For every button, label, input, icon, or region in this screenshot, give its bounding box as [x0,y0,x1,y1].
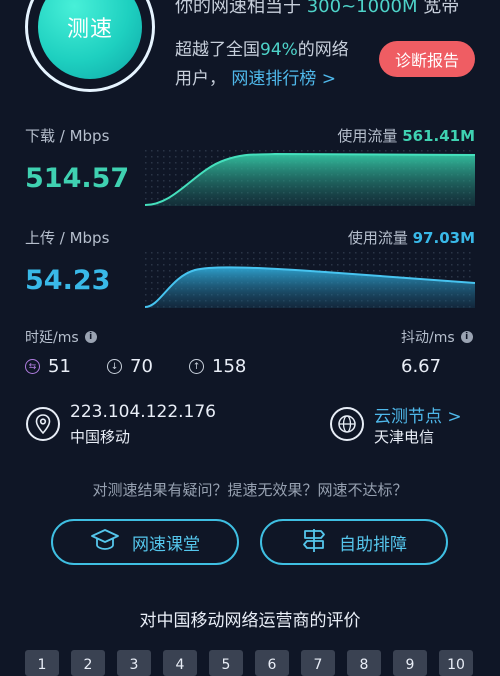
rating-option-6[interactable]: 6 [255,650,289,676]
latency-upload: ↑ 158 [189,356,246,377]
download-traffic: 使用流量 561.41M [337,127,475,145]
download-speed-value: 514.57 [25,163,130,194]
info-icon[interactable]: i [84,331,97,343]
rating-option-5[interactable]: 5 [209,650,243,676]
beat-percent-text: 超越了全国94%的网络 [175,40,349,60]
rating-option-3[interactable]: 3 [117,650,151,676]
rating-scale: 1 2 3 4 5 6 7 8 9 10 [25,650,473,676]
location-pin-icon [26,407,60,441]
speed-test-button[interactable]: 测速 [38,0,142,79]
rating-option-10[interactable]: 10 [439,650,473,676]
cloud-node-link[interactable]: 云测节点 > [374,402,462,427]
download-speed-graph [145,150,475,206]
rating-option-1[interactable]: 1 [25,650,59,676]
jitter-value: 6.67 [401,356,442,377]
arrow-down-circle-icon: ↓ [107,359,122,374]
globe-icon [330,407,364,441]
question-text: 对测速结果有疑问？提速无效果？网速不达标？ [92,481,408,499]
rating-option-7[interactable]: 7 [301,650,335,676]
info-icon[interactable]: i [460,331,473,343]
users-text: 用户， 网速排行榜 > [175,69,337,89]
ranking-link[interactable]: 网速排行榜 > [231,69,336,89]
rating-option-2[interactable]: 2 [71,650,105,676]
swap-arrows-icon: ⇆ [25,359,40,374]
rating-title: 对中国移动网络运营商的评价 [139,611,361,631]
speed-classroom-button[interactable]: 网速课堂 [51,519,239,565]
latency-download: ↓ 70 [107,356,153,377]
rating-option-9[interactable]: 9 [393,650,427,676]
upload-label: 上传 / Mbps [25,229,110,247]
rating-option-4[interactable]: 4 [163,650,197,676]
ip-address: 223.104.122.176 [70,402,217,422]
jitter-label: 抖动/ms i [401,327,473,347]
isp-name: 中国移动 [70,428,131,446]
graduation-cap-icon [90,528,120,556]
node-name: 天津电信 [374,428,435,446]
upload-traffic: 使用流量 97.03M [347,229,475,247]
speed-test-circle[interactable]: 测速 [25,0,155,92]
upload-speed-value: 54.23 [25,265,111,296]
signpost-icon [301,527,327,558]
speed-equivalent-text: 你的网速相当于 300~1000M 宽带 [175,0,460,17]
upload-speed-graph [145,252,475,308]
download-label: 下载 / Mbps [25,127,110,145]
arrow-up-circle-icon: ↑ [189,359,204,374]
latency-label: 时延/ms i [25,327,97,347]
speed-test-label: 测速 [66,17,113,42]
latency-idle: ⇆ 51 [25,356,71,377]
self-troubleshoot-button[interactable]: 自助排障 [260,519,448,565]
rating-option-8[interactable]: 8 [347,650,381,676]
diagnose-report-button[interactable]: 诊断报告 [379,41,475,77]
